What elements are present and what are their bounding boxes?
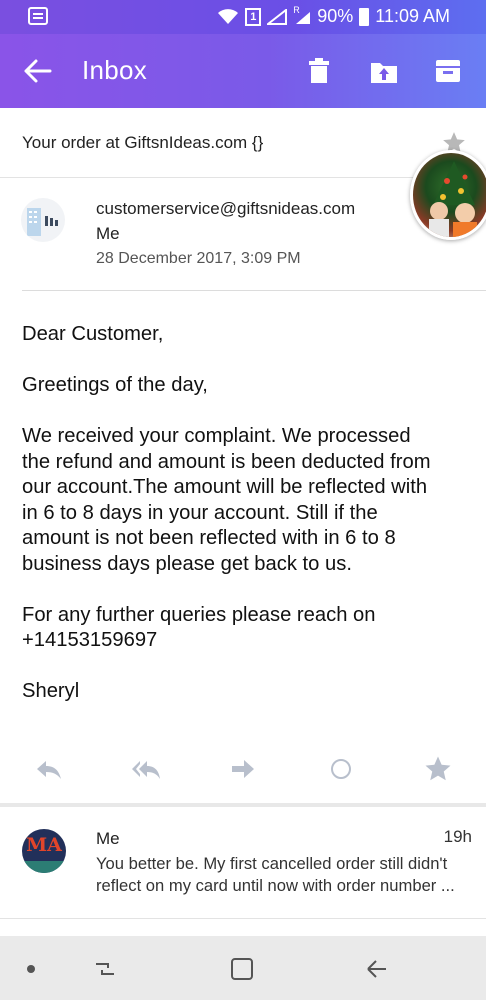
forward-icon[interactable] xyxy=(228,754,258,784)
list-item[interactable]: MA Me 19h You better be. My first cancel… xyxy=(0,807,486,919)
body-paragraph: Sheryl xyxy=(22,680,80,702)
navigation-bar xyxy=(0,936,486,1000)
sender-email[interactable]: customerservice@giftsnideas.com xyxy=(96,199,355,219)
reply-all-icon[interactable] xyxy=(130,754,160,784)
archive-icon[interactable] xyxy=(433,56,463,86)
status-bar: 1 R 90% 11:09 AM xyxy=(0,0,486,34)
star-icon[interactable] xyxy=(423,754,453,784)
email-actions xyxy=(0,748,486,788)
status-icons: 1 R 90% 11:09 AM xyxy=(217,5,450,27)
back-nav-icon[interactable] xyxy=(362,954,392,984)
recent-apps-icon[interactable] xyxy=(90,954,120,984)
body-paragraph: Dear Customer, xyxy=(22,323,164,345)
clock: 11:09 AM xyxy=(375,6,450,26)
body-paragraph: Greetings of the day, xyxy=(22,374,208,396)
body-paragraph: For any further queries please reach on … xyxy=(22,603,376,652)
reply-sender: Me xyxy=(96,829,120,848)
sim-icon: 1 xyxy=(245,7,262,26)
arrow-left-icon[interactable] xyxy=(22,56,54,86)
folder-upload-icon[interactable] xyxy=(369,56,399,86)
battery-icon xyxy=(359,7,370,26)
notification-icon xyxy=(28,7,48,25)
dot-icon[interactable] xyxy=(18,954,48,984)
snippet-line: You better be. My first cancelled order … xyxy=(96,854,448,873)
email-body: Dear Customer, Greetings of the day, We … xyxy=(22,322,472,730)
reply-icon[interactable] xyxy=(34,754,64,784)
app-bar: Inbox xyxy=(0,34,486,108)
signal-icon xyxy=(265,7,288,25)
avatar-text: MA xyxy=(26,834,62,856)
subject-row: Your order at GiftsnIdeas.com {} xyxy=(0,108,486,178)
header-divider xyxy=(22,290,486,291)
roaming-signal-icon: R xyxy=(293,5,311,25)
avatar-band xyxy=(22,861,66,873)
wifi-icon xyxy=(217,8,239,25)
recipient: Me xyxy=(96,224,120,243)
snippet-line: reflect on my card until now with order … xyxy=(96,876,455,895)
body-paragraph: We received your complaint. We processed… xyxy=(22,425,431,575)
trash-icon[interactable] xyxy=(304,56,334,86)
home-icon[interactable] xyxy=(227,954,257,984)
email-date: 28 December 2017, 3:09 PM xyxy=(96,250,301,267)
battery-percent: 90% xyxy=(317,6,354,26)
circle-icon[interactable] xyxy=(326,754,356,784)
reply-snippet: You better be. My first cancelled order … xyxy=(96,853,474,897)
reply-time: 19h xyxy=(443,827,472,846)
chat-head-avatar[interactable] xyxy=(410,150,486,240)
avatar: MA xyxy=(22,829,66,873)
sender-avatar xyxy=(21,198,65,242)
page-title: Inbox xyxy=(82,55,148,85)
email-subject: Your order at GiftsnIdeas.com {} xyxy=(22,133,264,152)
